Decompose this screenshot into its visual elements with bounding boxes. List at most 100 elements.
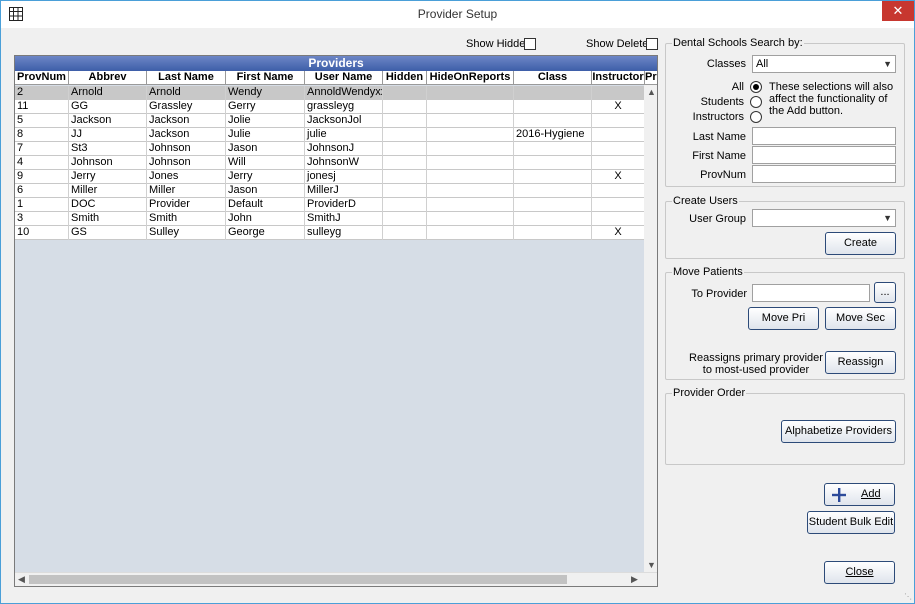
cell-last-name: Arnold [147,86,226,100]
student-bulk-edit-button[interactable]: Student Bulk Edit [807,511,895,534]
last-name-input[interactable] [752,127,896,145]
table-row[interactable]: 5 Jackson Jackson Jolie JacksonJol [15,114,645,128]
classes-select-value: All [756,58,769,70]
vertical-scrollbar[interactable]: ▲ ▼ [644,85,657,572]
table-row[interactable]: 3 Smith Smith John SmithJ [15,212,645,226]
column-header-hideonreports[interactable]: HideOnReports [427,71,514,85]
add-button[interactable]: Add [824,483,895,506]
column-header-instructor[interactable]: Instructor [592,71,645,85]
cell-hideonreports [427,128,514,142]
cell-first-name: Jolie [226,114,305,128]
cell-hideonreports [427,100,514,114]
cell-abbrev: Arnold [69,86,147,100]
table-row[interactable]: 11 GG Grassley Gerry grassleyg X [15,100,645,114]
horizontal-scrollbar[interactable]: ◀ ▶ [15,572,657,586]
column-header-abbrev[interactable]: Abbrev [69,71,147,85]
cell-user-name: JohnsonJ [305,142,383,156]
show-deleted-checkbox[interactable] [646,38,658,50]
user-group-select[interactable]: ▼ [752,209,896,227]
cell-hidden [383,170,427,184]
cell-first-name: Julie [226,128,305,142]
scroll-up-icon[interactable]: ▲ [647,87,656,97]
cell-user-name: ProviderD [305,198,383,212]
cell-class [514,198,592,212]
classes-select[interactable]: All ▼ [752,55,896,73]
table-row[interactable]: 7 St3 Johnson Jason JohnsonJ [15,142,645,156]
table-row[interactable]: 10 GS Sulley George sulleyg X [15,226,645,240]
provnum-input[interactable] [752,165,896,183]
cell-last-name: Sulley [147,226,226,240]
cell-abbrev: St3 [69,142,147,156]
table-row[interactable]: 8 JJ Jackson Julie julie 2016-Hygiene [15,128,645,142]
cell-last-name: Jackson [147,114,226,128]
radio-instructors[interactable] [750,111,762,123]
close-button[interactable]: Close [824,561,895,584]
cell-abbrev: Johnson [69,156,147,170]
cell-hidden [383,212,427,226]
table-row[interactable]: 1 DOC Provider Default ProviderD [15,198,645,212]
cell-hideonreports [427,198,514,212]
column-header-user-name[interactable]: User Name [305,71,383,85]
create-button[interactable]: Create [825,232,896,255]
providers-grid[interactable]: Providers ProvNum Abbrev Last Name First… [14,55,658,587]
cell-provnum: 11 [15,100,69,114]
move-pri-button[interactable]: Move Pri [748,307,819,330]
grid-header: ProvNum Abbrev Last Name First Name User… [15,71,657,85]
first-name-input[interactable] [752,146,896,164]
title-bar: Provider Setup ✕ [1,1,914,28]
cell-instructor [592,198,645,212]
show-hidden-checkbox[interactable] [524,38,536,50]
scroll-left-icon[interactable]: ◀ [18,574,25,585]
radio-all[interactable] [750,81,762,93]
table-row[interactable]: 2 Arnold Arnold Wendy AnnoldWendyxx [15,86,645,100]
move-sec-button[interactable]: Move Sec [825,307,896,330]
cell-user-name: JohnsonW [305,156,383,170]
provnum-label: ProvNum [700,169,746,181]
cell-class [514,142,592,156]
cell-class [514,100,592,114]
to-provider-input[interactable] [752,284,870,302]
cell-last-name: Jackson [147,128,226,142]
column-header-first-name[interactable]: First Name [226,71,305,85]
user-group-label: User Group [689,213,746,225]
radio-students[interactable] [750,96,762,108]
show-deleted-label: Show Deleted [586,38,655,50]
table-row[interactable]: 6 Miller Miller Jason MillerJ [15,184,645,198]
cell-abbrev: Miller [69,184,147,198]
resize-grip-icon[interactable]: ⋱ [904,592,912,601]
cell-hideonreports [427,226,514,240]
column-header-provnum[interactable]: ProvNum [15,71,69,85]
cell-instructor: X [592,170,645,184]
cell-provnum: 6 [15,184,69,198]
browse-provider-button[interactable]: ... [874,282,896,303]
cell-provnum: 10 [15,226,69,240]
scroll-down-icon[interactable]: ▼ [647,560,656,570]
cell-instructor [592,128,645,142]
to-provider-label: To Provider [691,288,747,300]
cell-first-name: Default [226,198,305,212]
window-title: Provider Setup [417,7,498,21]
cell-hideonreports [427,212,514,226]
move-patients-title: Move Patients [672,266,744,278]
cell-hidden [383,156,427,170]
horizontal-scroll-thumb[interactable] [29,575,567,584]
cell-last-name: Smith [147,212,226,226]
reassign-button[interactable]: Reassign [825,351,896,374]
table-row[interactable]: 9 Jerry Jones Jerry jonesj X [15,170,645,184]
cell-hideonreports [427,114,514,128]
column-header-class[interactable]: Class [514,71,592,85]
radio-students-label: Students [700,96,744,108]
cell-first-name: Jason [226,184,305,198]
table-row[interactable]: 4 Johnson Johnson Will JohnsonW [15,156,645,170]
scroll-right-icon[interactable]: ▶ [631,574,638,585]
column-header-last-name[interactable]: Last Name [147,71,226,85]
cell-class [514,114,592,128]
close-window-icon[interactable]: ✕ [882,1,914,21]
classes-label: Classes [706,58,746,70]
cell-first-name: Jerry [226,170,305,184]
first-name-label: First Name [692,150,746,162]
alphabetize-providers-button[interactable]: Alphabetize Providers [781,420,896,443]
cell-user-name: MillerJ [305,184,383,198]
column-header-hidden[interactable]: Hidden [383,71,427,85]
column-header-pr[interactable]: Pr [645,71,657,85]
